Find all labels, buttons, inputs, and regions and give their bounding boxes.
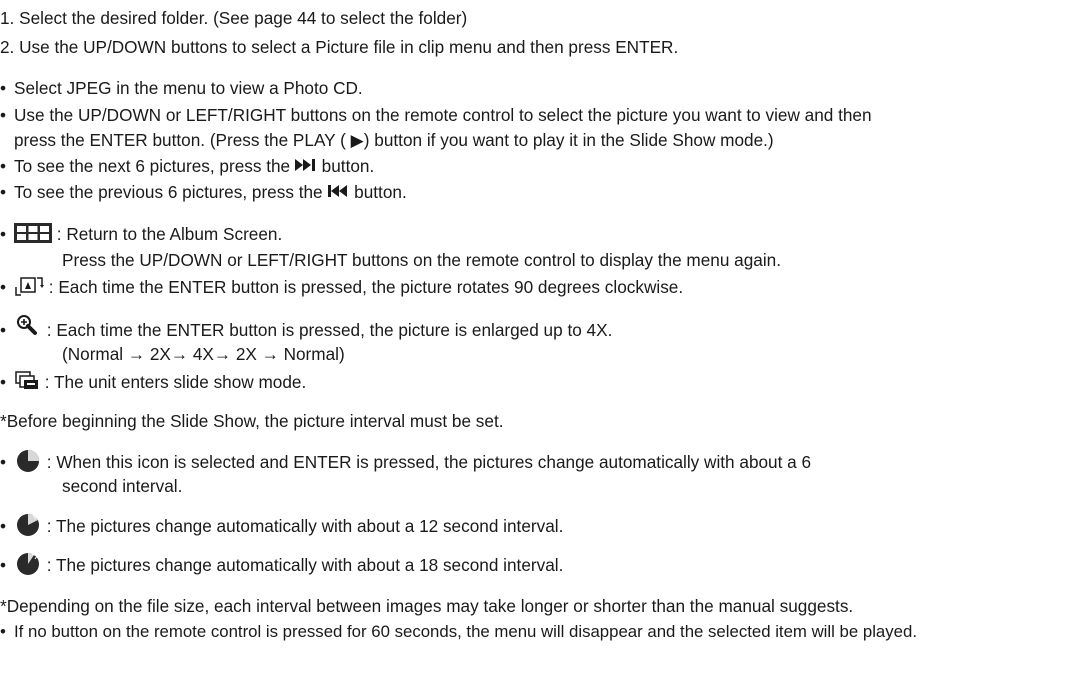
step-1: 1. Select the desired folder. (See page … <box>0 8 468 28</box>
bullet-jpeg-text: Select JPEG in the menu to view a Photo … <box>14 78 363 98</box>
bullet-dot: • <box>0 182 7 202</box>
bullet-prev-text-b: button. <box>354 182 407 202</box>
bullet-updown-text-2: press the ENTER button. (Press the PLAY … <box>14 130 774 150</box>
bullet-dot: • <box>0 452 7 472</box>
bullet-dot: • <box>0 224 7 244</box>
bullet-dot: • <box>0 372 7 392</box>
bullet-dot: • <box>0 277 7 297</box>
slideshow-icon <box>14 371 40 391</box>
rotate-text: : Each time the ENTER button is pressed,… <box>48 277 684 297</box>
note-timeout-text: If no button on the remote control is pr… <box>14 622 917 641</box>
album-text-2: Press the UP/DOWN or LEFT/RIGHT buttons … <box>62 250 782 270</box>
bullet-updown-text-1: Use the UP/DOWN or LEFT/RIGHT buttons on… <box>14 105 872 125</box>
note-filesize: *Depending on the file size, each interv… <box>0 596 854 616</box>
interval-6-text-1: : When this icon is selected and ENTER i… <box>46 452 812 472</box>
zoom-text-2: (Normal → 2X→ 4X→ 2X → Normal) <box>62 344 345 364</box>
interval-6-text-2: second interval. <box>62 476 183 496</box>
bullet-dot: • <box>0 156 7 176</box>
interval-18-icon <box>14 552 42 576</box>
interval-18-text: : The pictures change automatically with… <box>46 555 564 575</box>
bullet-jpeg: • Select JPEG in the menu to view a Photo… <box>0 77 363 99</box>
item-interval-12: • : The pictures change automatically wi… <box>0 513 564 539</box>
bullet-dot: • <box>0 105 7 125</box>
step-2: 2. Use the UP/DOWN buttons to select a P… <box>0 37 679 57</box>
bullet-prev-text-a: To see the previous 6 pictures, press th… <box>14 182 323 202</box>
note-timeout: • If no button on the remote control is p… <box>0 621 917 643</box>
bullet-next-text-a: To see the next 6 pictures, press the <box>14 156 291 176</box>
item-slideshow: • : The unit enters slide show mode. <box>0 371 306 393</box>
slideshow-text: : The unit enters slide show mode. <box>44 372 307 392</box>
bullet-dot: • <box>0 320 7 340</box>
bullet-dot: • <box>0 78 7 98</box>
zoom-text-1: : Each time the ENTER button is pressed,… <box>46 320 613 340</box>
bullet-prev: • To see the previous 6 pictures, press t… <box>0 181 407 203</box>
skip-previous-icon <box>327 184 349 198</box>
bullet-updown: • Use the UP/DOWN or LEFT/RIGHT buttons o… <box>0 104 872 126</box>
skip-next-icon <box>294 158 317 172</box>
bullet-next-text-b: button. <box>321 156 375 176</box>
interval-12-icon <box>14 513 42 537</box>
item-album: • : Return to the Album Screen. <box>0 223 282 245</box>
bullet-dot: • <box>0 516 7 536</box>
bullet-next: • To see the next 6 pictures, press the b… <box>0 155 374 177</box>
item-interval-18: • : The pictures change automatically wi… <box>0 552 564 578</box>
album-text-1: : Return to the Album Screen. <box>56 224 283 244</box>
rotate-icon <box>14 275 44 297</box>
item-rotate: • : Each time the ENTER button is presse… <box>0 276 683 299</box>
interval-6-icon <box>14 449 42 473</box>
note-interval: *Before beginning the Slide Show, the pi… <box>0 411 504 431</box>
bullet-dot: • <box>0 555 7 575</box>
bullet-dot: • <box>0 622 6 641</box>
item-interval-6: • : When this icon is selected and ENTER… <box>0 449 812 475</box>
album-grid-icon <box>14 223 52 244</box>
zoom-in-icon <box>14 314 42 336</box>
interval-12-text: : The pictures change automatically with… <box>46 516 564 536</box>
item-zoom: • : Each time the ENTER button is presse… <box>0 315 613 342</box>
